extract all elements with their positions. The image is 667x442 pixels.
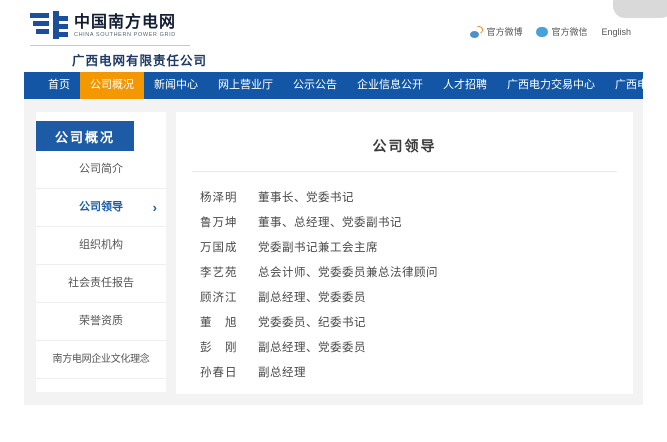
logo[interactable]: 中国南方电网 CHINA SOUTHERN POWER GRID 广西电网有限责…	[30, 11, 190, 69]
leader-name: 顾济江	[200, 292, 248, 304]
wechat-link[interactable]: 官方微信	[536, 25, 587, 38]
wechat-icon	[536, 27, 548, 37]
nav-item[interactable]: 新闻中心	[144, 72, 208, 99]
weibo-label: 官方微博	[486, 25, 522, 38]
nav-item[interactable]: 广西电力交易中心	[497, 72, 605, 99]
csg-logo-icon	[30, 11, 68, 41]
sidebar-item-label: 南方电网企业文化理念	[53, 354, 150, 365]
leader-row: 鲁万坤 董事、总经理、党委副书记	[200, 217, 613, 229]
leader-row: 彭 刚 副总经理、党委委员	[200, 342, 613, 354]
sidebar-item-label: 公司领导	[79, 201, 123, 213]
english-link[interactable]: English	[601, 27, 631, 37]
leader-row: 万国成 党委副书记兼工会主席	[200, 242, 613, 254]
main-panel: 公司领导 杨泽明 董事长、党委书记 鲁万坤 董事、总经理、党委副书记 万国成 党…	[176, 112, 633, 394]
nav-item[interactable]: 公示公告	[283, 72, 347, 99]
nav-item[interactable]: 人才招聘	[433, 72, 497, 99]
header-links: 官方微博 官方微信 English	[462, 25, 631, 38]
wechat-label: 官方微信	[551, 25, 587, 38]
nav-item[interactable]: 公司概况	[80, 72, 144, 99]
leader-row: 董 旭 党委委员、纪委书记	[200, 317, 613, 329]
leader-title: 董事长、党委书记	[258, 192, 354, 204]
leader-name: 彭 刚	[200, 342, 248, 354]
nav-item[interactable]: 广西电力期刊	[605, 72, 667, 99]
sidebar-item[interactable]: 组织机构 ›	[36, 227, 166, 265]
sidebar-item[interactable]: 南方电网企业文化理念 ›	[36, 341, 166, 379]
weibo-link[interactable]: 官方微博	[470, 25, 522, 38]
logo-top-row: 中国南方电网 CHINA SOUTHERN POWER GRID	[30, 11, 190, 46]
sidebar: 公司概况 公司简介 › 公司领导 › 组织机构 › 社会责	[36, 112, 166, 392]
sidebar-item[interactable]: 公司简介 ›	[36, 151, 166, 189]
leader-title: 党委副书记兼工会主席	[258, 242, 378, 254]
sidebar-item-label: 社会责任报告	[68, 277, 134, 289]
leader-title: 总会计师、党委委员兼总法律顾问	[258, 267, 438, 279]
sidebar-item[interactable]: 荣誉资质 ›	[36, 303, 166, 341]
leader-name: 董 旭	[200, 317, 248, 329]
weibo-icon	[470, 26, 483, 38]
sidebar-item-label: 荣誉资质	[79, 315, 123, 327]
chevron-right-icon: ›	[153, 189, 157, 226]
leader-name: 孙春日	[200, 367, 248, 379]
leader-name: 李艺苑	[200, 267, 248, 279]
brand-name-cn: 中国南方电网	[74, 14, 176, 31]
leader-row: 李艺苑 总会计师、党委委员兼总法律顾问	[200, 267, 613, 279]
leader-name: 杨泽明	[200, 192, 248, 204]
leader-row: 杨泽明 董事长、党委书记	[200, 192, 613, 204]
sidebar-item[interactable]: 公司领导 ›	[36, 189, 166, 227]
leaders-list: 杨泽明 董事长、党委书记 鲁万坤 董事、总经理、党委副书记 万国成 党委副书记兼…	[192, 172, 617, 379]
leader-title: 董事、总经理、党委副书记	[258, 217, 402, 229]
sidebar-menu: 公司简介 › 公司领导 › 组织机构 › 社会责任报告 ›	[36, 151, 166, 379]
english-label: English	[601, 27, 631, 37]
leader-name: 鲁万坤	[200, 217, 248, 229]
leader-title: 党委委员、纪委书记	[258, 317, 366, 329]
brand-name-en: CHINA SOUTHERN POWER GRID	[74, 32, 176, 38]
nav-item[interactable]: 网上营业厅	[208, 72, 283, 99]
site-header: 中国南方电网 CHINA SOUTHERN POWER GRID 广西电网有限责…	[0, 0, 667, 72]
sidebar-item-label: 组织机构	[79, 239, 123, 251]
leader-row: 顾济江 副总经理、党委委员	[200, 292, 613, 304]
corner-decoration	[613, 0, 667, 18]
leader-title: 副总经理、党委委员	[258, 342, 366, 354]
page-title: 公司领导	[192, 112, 617, 171]
sidebar-title: 公司概况	[36, 121, 134, 151]
brand-text-block: 中国南方电网 CHINA SOUTHERN POWER GRID	[74, 11, 176, 38]
sidebar-item[interactable]: 社会责任报告 ›	[36, 265, 166, 303]
nav-item[interactable]: 首页	[38, 72, 80, 99]
nav-item[interactable]: 企业信息公开	[347, 72, 433, 99]
leader-title: 副总经理、党委委员	[258, 292, 366, 304]
leader-row: 孙春日 副总经理	[200, 367, 613, 379]
main-nav: 首页 公司概况 新闻中心 网上营业厅 公示公告 企业信息公开 人才招聘 广西电力…	[24, 72, 643, 99]
sidebar-item-label: 公司简介	[79, 163, 123, 175]
subsidiary-name: 广西电网有限责任公司	[72, 50, 190, 69]
leader-title: 副总经理	[258, 367, 306, 379]
leader-name: 万国成	[200, 242, 248, 254]
content-area: 公司概况 公司简介 › 公司领导 › 组织机构 › 社会责	[24, 99, 643, 405]
